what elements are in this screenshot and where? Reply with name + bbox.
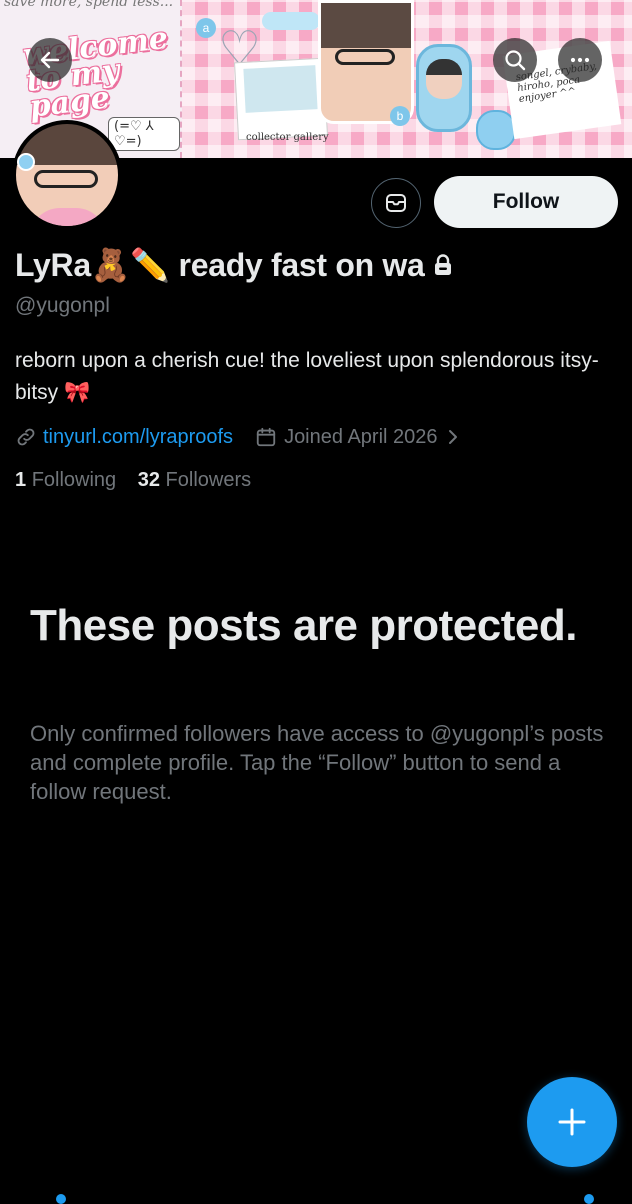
banner-top-text: save more, spend less... bbox=[4, 0, 174, 10]
chevron-right-icon[interactable] bbox=[444, 427, 462, 447]
followers-count: 32 bbox=[137, 469, 160, 491]
followers-label: Followers bbox=[165, 469, 252, 491]
username-handle: @yugonpl bbox=[15, 294, 110, 317]
following-label: Following bbox=[31, 469, 117, 491]
follow-button[interactable]: Follow bbox=[434, 176, 618, 228]
banner-badge-b: b bbox=[390, 106, 410, 126]
calendar-icon bbox=[256, 427, 276, 447]
follow-stats: 1 Following 32 Followers bbox=[15, 469, 251, 492]
back-button[interactable] bbox=[28, 38, 72, 82]
protected-title: These posts are protected. bbox=[30, 601, 577, 650]
avatar[interactable] bbox=[12, 120, 122, 230]
more-button[interactable] bbox=[558, 38, 602, 82]
avatar-badge bbox=[17, 153, 35, 171]
banner-button-decoration bbox=[476, 110, 516, 150]
avatar-shirt bbox=[30, 208, 106, 226]
more-dots-icon bbox=[570, 57, 590, 63]
banner-badge-a: a bbox=[196, 18, 216, 38]
search-button[interactable] bbox=[493, 38, 537, 82]
banner-collector-card bbox=[234, 57, 328, 141]
bottom-nav-indicator bbox=[56, 1194, 66, 1204]
display-name: LyRa🧸✏️ ready fast on wa bbox=[15, 247, 425, 283]
protected-description: Only confirmed followers have access to … bbox=[30, 721, 604, 804]
following-link[interactable]: 1 Following bbox=[15, 469, 116, 491]
avatar-glasses bbox=[34, 170, 98, 188]
following-count: 1 bbox=[15, 469, 27, 491]
banner-decoration-pill bbox=[262, 12, 320, 30]
profile-link[interactable]: tinyurl.com/lyraproofs bbox=[43, 426, 233, 449]
compose-fab-button[interactable] bbox=[527, 1077, 617, 1167]
plus-icon bbox=[558, 1108, 586, 1136]
arrow-left-icon bbox=[40, 51, 60, 69]
banner-caption: collector gallery bbox=[246, 132, 329, 143]
banner-keychain bbox=[416, 44, 472, 132]
profile-meta-row: tinyurl.com/lyraproofs Joined April 2026 bbox=[15, 422, 462, 452]
link-icon bbox=[17, 428, 35, 446]
joined-date: Joined April 2026 bbox=[284, 425, 438, 448]
followers-link[interactable]: 32 Followers bbox=[138, 469, 251, 491]
message-icon bbox=[386, 194, 406, 212]
banner-kaomoji: (=♡ ⅄ ♡=) bbox=[108, 117, 180, 151]
lock-icon bbox=[434, 254, 451, 275]
message-button[interactable] bbox=[371, 178, 421, 228]
display-name-row: LyRa🧸✏️ ready fast on wa bbox=[15, 246, 453, 284]
search-icon bbox=[505, 50, 526, 71]
profile-bio: reborn upon a cherish cue! the loveliest… bbox=[15, 349, 599, 404]
bottom-nav-indicator bbox=[584, 1194, 594, 1204]
